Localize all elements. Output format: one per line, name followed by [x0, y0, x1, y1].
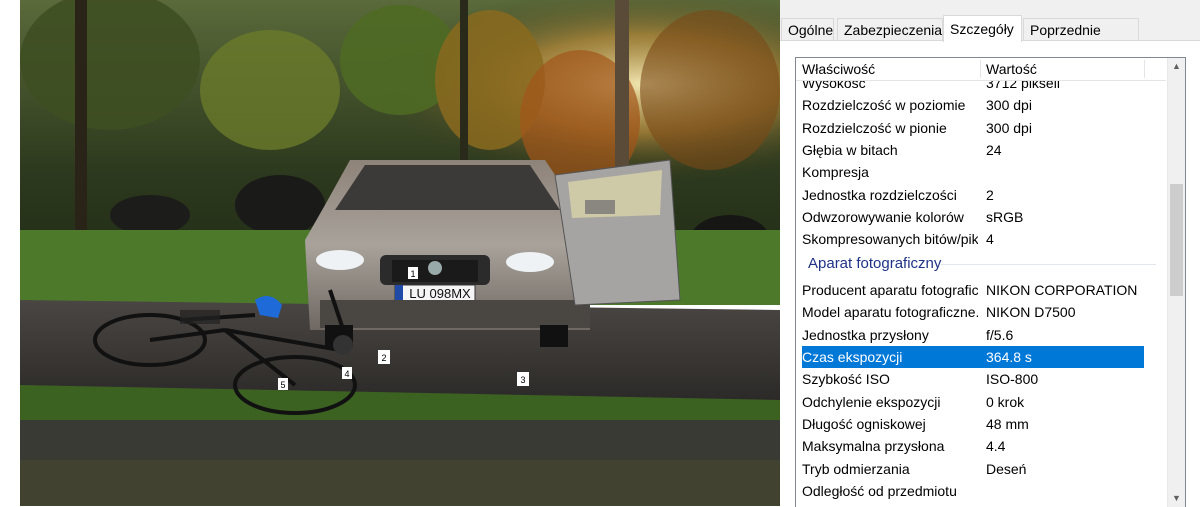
scroll-down-arrow-icon[interactable]: ▼	[1168, 490, 1185, 507]
property-name: Rozdzielczość w poziomie	[802, 97, 966, 114]
property-name: Jednostka przysłony	[802, 326, 929, 343]
svg-text:5: 5	[280, 380, 285, 390]
column-header-property[interactable]: Właściwość	[796, 58, 980, 80]
property-name: Długość ogniskowej	[802, 415, 926, 432]
list-item-selected[interactable]: Czas ekspozycji 364.8 s	[802, 345, 1144, 368]
property-name: Rozdzielczość w pionie	[802, 119, 947, 136]
svg-text:1: 1	[410, 269, 415, 279]
property-value: sRGB	[986, 209, 1024, 226]
property-name: Kompresja	[802, 164, 869, 181]
list-item[interactable]: Odchylenie ekspozycji 0 krok	[796, 391, 1166, 413]
property-value: 4	[986, 231, 994, 248]
property-value: 24	[986, 142, 1002, 159]
property-value: f/5.6	[986, 326, 1014, 343]
property-value: 0 krok	[986, 393, 1025, 410]
tab-details[interactable]: Szczegóły	[943, 15, 1022, 42]
list-item[interactable]: Rozdzielczość w pionie 300 dpi	[796, 117, 1166, 139]
list-item[interactable]: Odległość od przedmiotu	[796, 480, 1166, 502]
property-value: Deseń	[986, 460, 1027, 477]
svg-text:3: 3	[520, 375, 525, 385]
property-name: Odległość od przedmiotu	[802, 482, 957, 499]
list-item[interactable]: Tryb lampy błyskowej Bez lampy błyskowej,…	[796, 502, 1166, 507]
list-item[interactable]: Producent aparatu fotografic... NIKON COR…	[796, 279, 1166, 301]
tab-bar: Ogólne Zabezpieczenia Szczegóły Poprzedn…	[780, 0, 1200, 60]
list-item[interactable]: Jednostka przysłony f/5.6	[796, 324, 1166, 346]
property-name: Maksymalna przysłona	[802, 438, 945, 455]
list-item[interactable]: Skompresowanych bitów/pik... 4	[796, 228, 1166, 250]
property-name: Głębia w bitach	[802, 142, 898, 159]
list-item[interactable]: Głębia w bitach 24	[796, 139, 1166, 161]
property-value: 2	[986, 186, 994, 203]
list-item[interactable]: Długość ogniskowej 48 mm	[796, 413, 1166, 435]
property-name: Odchylenie ekspozycji	[802, 393, 941, 410]
property-name: Skompresowanych bitów/pik...	[802, 231, 978, 248]
property-value: 4.4	[986, 438, 1006, 455]
license-plate: LU 098MX	[409, 286, 471, 301]
list-item[interactable]: Jednostka rozdzielczości 2	[796, 184, 1166, 206]
group-header-camera[interactable]: Aparat fotograficzny	[796, 252, 1166, 276]
list-item[interactable]: Kompresja	[796, 161, 1166, 183]
property-value: Bez lampy błyskowej, wy...	[986, 502, 1164, 507]
svg-text:2: 2	[381, 353, 386, 363]
list-item[interactable]: Szybkość ISO ISO-800	[796, 368, 1166, 390]
group-divider	[941, 263, 1156, 265]
scrollbar-thumb[interactable]	[1170, 184, 1183, 296]
tab-general[interactable]: Ogólne	[781, 18, 834, 40]
svg-text:4: 4	[344, 369, 349, 379]
tab-security[interactable]: Zabezpieczenia	[837, 18, 943, 40]
property-name: Czas ekspozycji	[802, 348, 903, 365]
property-name: Odwzorowywanie kolorów	[802, 209, 964, 226]
group-header-label: Aparat fotograficzny	[808, 254, 942, 272]
list-item[interactable]: Rozdzielczość w poziomie 300 dpi	[796, 94, 1166, 116]
property-name: Jednostka rozdzielczości	[802, 186, 957, 203]
property-name: Tryb lampy błyskowej	[802, 502, 978, 507]
photo-preview: LU 098MX 1 2 3 4 5	[20, 0, 780, 506]
property-value: 48 mm	[986, 415, 1029, 432]
property-value: NIKON CORPORATION	[986, 281, 1138, 298]
property-name: Tryb odmierzania	[802, 460, 910, 477]
property-value: 300 dpi	[986, 119, 1032, 136]
tab-previous-versions[interactable]: Poprzednie wersje	[1023, 18, 1139, 60]
list-item[interactable]: Odwzorowywanie kolorów sRGB	[796, 206, 1166, 228]
property-name: Model aparatu fotograficzne...	[802, 304, 978, 321]
details-panel: Wysokość 3712 pikseli Rozdzielczość w pozi…	[780, 41, 1200, 507]
list-item[interactable]: Tryb odmierzania Deseń	[796, 458, 1166, 480]
column-header-value[interactable]: Wartość	[980, 58, 1140, 80]
vertical-scrollbar[interactable]: ▲ ▼	[1167, 58, 1185, 507]
property-value: NIKON D7500	[986, 304, 1076, 321]
column-separator[interactable]	[1144, 60, 1145, 78]
property-name: Producent aparatu fotografic...	[802, 281, 978, 298]
scroll-up-arrow-icon[interactable]: ▲	[1168, 58, 1185, 75]
list-item[interactable]: Maksymalna przysłona 4.4	[796, 435, 1166, 457]
property-value: 364.8 s	[986, 348, 1032, 365]
property-value: 300 dpi	[986, 97, 1032, 114]
property-name: Szybkość ISO	[802, 371, 890, 388]
property-value: ISO-800	[986, 371, 1039, 388]
list-item[interactable]: Model aparatu fotograficzne... NIKON D750…	[796, 301, 1166, 323]
properties-list[interactable]: Wysokość 3712 pikseli Rozdzielczość w pozi…	[795, 57, 1186, 507]
properties-dialog: Ogólne Zabezpieczenia Szczegóły Poprzedn…	[780, 0, 1200, 507]
list-header: Właściwość Wartość	[796, 58, 1166, 81]
